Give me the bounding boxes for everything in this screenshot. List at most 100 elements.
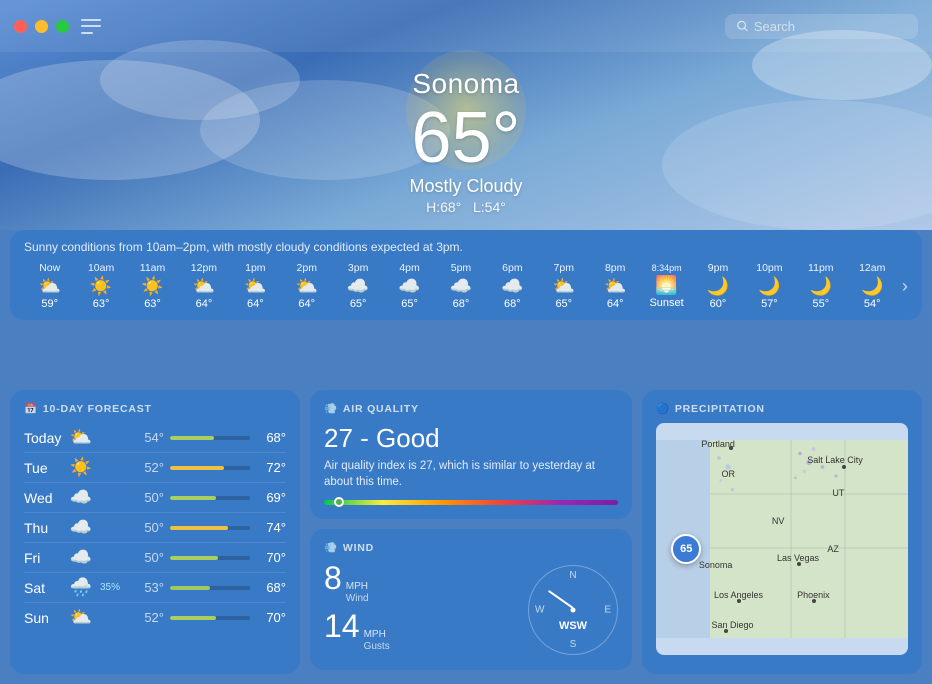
compass-south: S [570, 639, 577, 650]
hour-temp: 59° [41, 298, 58, 310]
hourly-forecast-strip: Sunny conditions from 10am–2pm, with mos… [10, 230, 922, 320]
hour-icon: ☁️ [398, 277, 420, 295]
forecast-bar [170, 436, 214, 440]
hour-temp: 63° [144, 298, 161, 310]
forecast-bar-wrap [170, 586, 250, 590]
forecast-low: 50° [134, 490, 164, 505]
hour-temp: 65° [350, 298, 367, 310]
wind-panel-title: 💨 WIND [324, 541, 618, 554]
hour-temp: 57° [761, 298, 778, 310]
aq-bar [324, 500, 618, 505]
wind-icon: 💨 [324, 541, 338, 554]
hourly-summary-text: Sunny conditions from 10am–2pm, with mos… [24, 240, 908, 254]
forecast-low: 52° [134, 460, 164, 475]
hour-label: 5pm [451, 262, 471, 274]
city-name: Sonoma [412, 68, 519, 100]
scroll-right-icon[interactable]: › [898, 276, 908, 297]
forecast-bar-wrap [170, 466, 250, 470]
map-city-sandiego: San Diego [711, 620, 753, 630]
maximize-button[interactable] [56, 20, 69, 33]
aq-icon: 💨 [324, 402, 338, 415]
hour-item: 12pm ⛅ 64° [178, 262, 229, 310]
search-input[interactable] [754, 19, 906, 34]
hour-icon: 🌅 [655, 276, 677, 294]
map-city-saltlake: Salt Lake City [807, 455, 863, 465]
middle-panels: 💨 AIR QUALITY 27 - Good Air quality inde… [310, 390, 632, 674]
forecast-low: 50° [134, 520, 164, 535]
forecast-bar [170, 526, 228, 530]
forecast-day: Wed [24, 490, 62, 506]
title-bar [0, 0, 932, 52]
hour-item: 5pm ☁️ 68° [435, 262, 486, 310]
forecast-day: Today [24, 430, 62, 446]
forecast-icon: ☁️ [68, 517, 94, 538]
minimize-button[interactable] [35, 20, 48, 33]
wind-values: 8 MPH Wind 14 MPH Gusts [324, 562, 516, 658]
forecast-day: Sat [24, 580, 62, 596]
hour-label: 1pm [245, 262, 265, 274]
precip-panel-title: 🔵 PRECIPITATION [656, 402, 908, 415]
forecast-bar [170, 616, 216, 620]
forecast-row: Tue ☀️ 52° 72° [24, 452, 286, 482]
hour-item: 6pm ☁️ 68° [487, 262, 538, 310]
hour-temp: 65° [401, 298, 418, 310]
wind-speed-unit-block: MPH Wind [346, 581, 369, 604]
hour-item: 7pm ⛅ 65° [538, 262, 589, 310]
hour-label: 11pm [808, 262, 834, 274]
precip-icon: 🔵 [656, 402, 670, 415]
hour-icon: ☁️ [450, 277, 472, 295]
forecast-precip: 35% [100, 582, 128, 593]
wind-compass: N S E W WSW [528, 565, 618, 655]
forecast-icon: ☀️ [68, 457, 94, 478]
hour-label: 11am [140, 262, 166, 274]
hour-item: 11pm 🌙 55° [795, 262, 846, 310]
hour-item: Now ⛅ 59° [24, 262, 75, 310]
calendar-icon: 📅 [24, 402, 38, 415]
hour-temp: 60° [710, 298, 727, 310]
current-temperature: 65° [412, 102, 521, 174]
forecast-high: 72° [256, 460, 286, 475]
compass-direction-label: WSW [559, 620, 587, 632]
sidebar-toggle-button[interactable] [81, 19, 101, 34]
search-icon [737, 20, 748, 32]
forecast-panel-title: 📅 10-DAY FORECAST [24, 402, 286, 415]
wind-gusts-number: 14 [324, 610, 360, 642]
forecast-day: Fri [24, 550, 62, 566]
forecast-high: 68° [256, 430, 286, 445]
hour-label: 8:34pm [652, 263, 682, 273]
forecast-bar-wrap [170, 526, 250, 530]
hour-label: 9pm [708, 262, 728, 274]
hour-temp: 55° [812, 298, 829, 310]
forecast-row: Sun ⛅ 52° 70° [24, 602, 286, 632]
hour-icon: ⛅ [604, 277, 626, 295]
air-quality-panel: 💨 AIR QUALITY 27 - Good Air quality inde… [310, 390, 632, 519]
forecast-bar [170, 556, 218, 560]
hour-icon: ⛅ [38, 277, 60, 295]
wind-gusts-unit-block: MPH Gusts [364, 629, 390, 652]
hour-temp: 63° [93, 298, 110, 310]
forecast-bar-wrap [170, 616, 250, 620]
hour-icon: ☁️ [347, 277, 369, 295]
map-state-nv: NV [772, 516, 785, 526]
forecast-bar-wrap [170, 556, 250, 560]
search-bar[interactable] [725, 14, 918, 39]
map-container: Portland OR Salt Lake City NV UT 65 Sono… [656, 423, 908, 655]
wind-speed-row: 8 MPH Wind [324, 562, 516, 604]
close-button[interactable] [14, 20, 27, 33]
hour-item: 8pm ⛅ 64° [589, 262, 640, 310]
wind-panel: 💨 WIND 8 MPH Wind 14 MPH [310, 529, 632, 670]
forecast-bar [170, 466, 224, 470]
forecast-icon: ⛅ [68, 607, 94, 628]
weather-condition: Mostly Cloudy [409, 176, 522, 197]
forecast-list: Today ⛅ 54° 68° Tue ☀️ 52° 72° Wed ☁️ 50… [24, 423, 286, 632]
forecast-high: 70° [256, 550, 286, 565]
forecast-low: 52° [134, 610, 164, 625]
current-location-badge: 65 [671, 534, 701, 564]
forecast-low: 53° [134, 580, 164, 595]
hour-label: 12pm [191, 262, 217, 274]
forecast-high: 68° [256, 580, 286, 595]
hour-icon: ⛅ [193, 277, 215, 295]
hour-temp: 64° [247, 298, 264, 310]
map-state-or: OR [722, 469, 736, 479]
hour-icon: ⛅ [553, 277, 575, 295]
